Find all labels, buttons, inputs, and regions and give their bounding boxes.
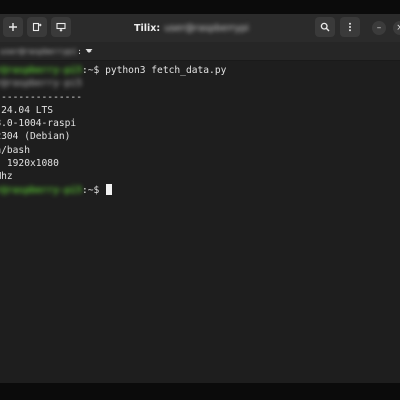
- prompt-host-blurred: user@raspberry-pi5: [0, 184, 82, 196]
- close-icon: ×: [396, 22, 400, 33]
- split-down-button[interactable]: [51, 17, 71, 37]
- session-title[interactable]: user@raspberrypi: ~: [0, 45, 92, 57]
- terminal-line: user@raspberry-pi5: [0, 77, 226, 90]
- split-down-icon: [56, 22, 66, 32]
- screen-bottom-edge: [0, 383, 400, 400]
- minimize-icon: –: [376, 22, 382, 33]
- output-header-blurred: user@raspberry-pi5: [0, 78, 82, 90]
- terminal-line: ------------------: [0, 91, 226, 104]
- session-host-blurred: user@raspberrypi: [0, 46, 78, 56]
- command-text: python3 fetch_data.py: [105, 65, 227, 76]
- terminal-line: /bin/bash: [0, 144, 226, 157]
- prompt-suffix: :~$: [81, 65, 106, 76]
- split-right-icon: [32, 22, 42, 32]
- output-os: ntu 24.04 LTS: [1, 104, 54, 116]
- terminal-output: user@raspberry-pi5:~$ python3 fetch_data…: [0, 64, 226, 197]
- output-shell: /bin/bash: [0, 144, 30, 156]
- window-title: Tilix: user@raspberrypi: [134, 20, 249, 36]
- session-dropdown-button[interactable]: [84, 46, 94, 56]
- output-kernel: 6.8.0-1004-raspi: [0, 118, 77, 130]
- output-resolution: ion: 1920x1080: [0, 158, 59, 170]
- terminal-pane[interactable]: user@raspberry-pi5:~$ python3 fetch_data…: [0, 61, 400, 383]
- split-right-button[interactable]: [27, 17, 47, 37]
- output-separator: ------------------: [0, 91, 82, 103]
- add-terminal-icon: [9, 23, 17, 31]
- menu-button[interactable]: [340, 17, 360, 37]
- terminal-line: 00 Mhz: [0, 170, 226, 183]
- terminal-line: s: 2304 (Debian): [0, 130, 226, 143]
- chevron-down-icon: [85, 49, 93, 53]
- prompt-host-blurred: user@raspberry-pi5: [0, 65, 82, 76]
- screen-top-edge: [0, 0, 400, 14]
- window-titlebar: Tilix: user@raspberrypi – ×: [0, 14, 400, 42]
- search-icon: [320, 22, 330, 32]
- output-packages: s: 2304 (Debian): [0, 131, 71, 143]
- terminal-line: ion: 1920x1080: [0, 157, 226, 170]
- terminal-line: ntu 24.04 LTS: [0, 104, 226, 117]
- search-button[interactable]: [315, 17, 335, 37]
- session-tabbar: user@raspberrypi: ~: [0, 42, 400, 61]
- terminal-cursor: [106, 183, 113, 195]
- window-title-app: Tilix:: [134, 22, 161, 34]
- add-terminal-button[interactable]: [3, 17, 23, 37]
- terminal-line: user@raspberry-pi5:~$ python3 fetch_data…: [0, 64, 226, 77]
- minimize-button[interactable]: –: [372, 21, 386, 35]
- terminal-line: 6.8.0-1004-raspi: [0, 117, 226, 130]
- prompt-suffix: :~$: [81, 184, 106, 196]
- close-button[interactable]: ×: [393, 21, 400, 35]
- window-title-host-blurred: user@raspberrypi: [164, 22, 249, 34]
- output-cpu: 00 Mhz: [0, 171, 13, 183]
- terminal-line: user@raspberry-pi5:~$: [0, 183, 226, 197]
- menu-kebab-icon: [349, 22, 351, 32]
